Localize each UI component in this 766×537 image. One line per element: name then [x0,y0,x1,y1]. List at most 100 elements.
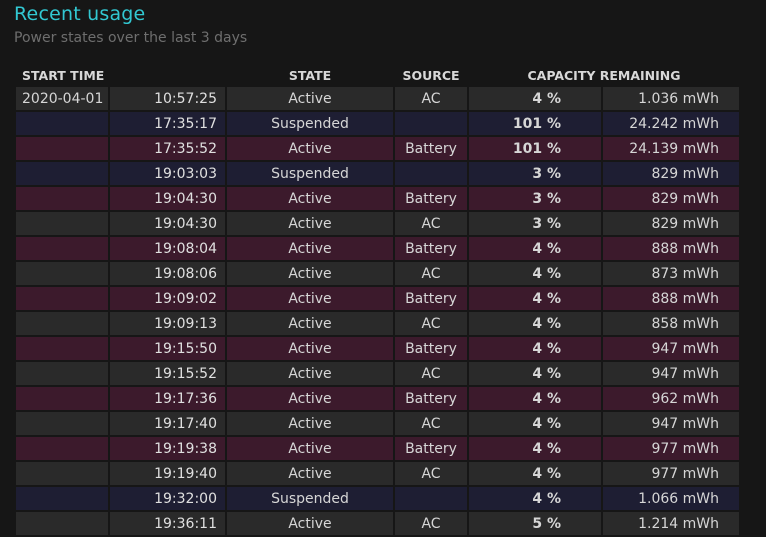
column-header-source: SOURCE [402,68,460,83]
cell-date [16,137,108,162]
cell-source: AC [395,462,467,487]
cell-capacity-mwh: 1.066 mWh [603,487,739,512]
cell-capacity-percent: 4 % [469,487,601,512]
table-row: 19:09:13 Active AC 4 % 858 mWh [16,312,739,337]
cell-source: Battery [395,137,467,162]
table-row: 19:04:30 Active AC 3 % 829 mWh [16,212,739,237]
cell-state: Active [227,262,393,287]
cell-start-time: 19:17:40 [110,412,225,437]
cell-capacity-percent: 3 % [469,162,601,187]
cell-state: Active [227,337,393,362]
cell-state: Suspended [227,487,393,512]
cell-source: Battery [395,387,467,412]
cell-source: Battery [395,337,467,362]
cell-start-time: 19:15:50 [110,337,225,362]
cell-capacity-mwh: 977 mWh [603,437,739,462]
table-row: 19:36:11 Active AC 5 % 1.214 mWh [16,512,739,537]
cell-date [16,512,108,537]
table-row: 19:19:40 Active AC 4 % 977 mWh [16,462,739,487]
cell-capacity-mwh: 888 mWh [603,287,739,312]
cell-capacity-mwh: 947 mWh [603,362,739,387]
cell-date [16,437,108,462]
cell-date [16,112,108,137]
cell-date [16,362,108,387]
cell-capacity-mwh: 858 mWh [603,312,739,337]
cell-capacity-percent: 4 % [469,87,601,112]
cell-start-time: 19:17:36 [110,387,225,412]
cell-source [395,487,467,512]
table-row: 19:04:30 Active Battery 3 % 829 mWh [16,187,739,212]
cell-date [16,287,108,312]
cell-source [395,112,467,137]
cell-start-time: 17:35:17 [110,112,225,137]
cell-start-time: 19:09:02 [110,287,225,312]
cell-date [16,462,108,487]
cell-capacity-percent: 4 % [469,237,601,262]
cell-start-time: 19:32:00 [110,487,225,512]
cell-state: Active [227,437,393,462]
cell-date [16,487,108,512]
cell-state: Active [227,312,393,337]
cell-state: Active [227,137,393,162]
table-row: 19:32:00 Suspended 4 % 1.066 mWh [16,487,739,512]
cell-capacity-mwh: 977 mWh [603,462,739,487]
cell-capacity-percent: 3 % [469,212,601,237]
cell-source: AC [395,312,467,337]
cell-state: Active [227,237,393,262]
table-body: 2020-04-01 10:57:25 Active AC 4 % 1.036 mWh 17… [16,87,739,537]
cell-source: AC [395,362,467,387]
cell-date [16,187,108,212]
cell-state: Active [227,187,393,212]
cell-capacity-mwh: 947 mWh [603,412,739,437]
cell-date [16,387,108,412]
cell-capacity-mwh: 947 mWh [603,337,739,362]
cell-start-time: 19:08:06 [110,262,225,287]
cell-start-time: 19:19:40 [110,462,225,487]
cell-start-time: 19:15:52 [110,362,225,387]
table-row: 19:03:03 Suspended 3 % 829 mWh [16,162,739,187]
cell-capacity-mwh: 24.242 mWh [603,112,739,137]
cell-capacity-percent: 101 % [469,112,601,137]
table-row: 2020-04-01 10:57:25 Active AC 4 % 1.036 mWh [16,87,739,112]
cell-source: Battery [395,237,467,262]
cell-start-time: 19:08:04 [110,237,225,262]
cell-state: Active [227,512,393,537]
cell-start-time: 19:36:11 [110,512,225,537]
cell-capacity-percent: 4 % [469,262,601,287]
table-row: 19:19:38 Active Battery 4 % 977 mWh [16,437,739,462]
cell-source: AC [395,512,467,537]
cell-source: AC [395,87,467,112]
cell-state: Active [227,412,393,437]
cell-start-time: 10:57:25 [110,87,225,112]
cell-date [16,412,108,437]
cell-source: AC [395,412,467,437]
table-row: 19:15:50 Active Battery 4 % 947 mWh [16,337,739,362]
cell-capacity-mwh: 24.139 mWh [603,137,739,162]
table-row: 17:35:17 Suspended 101 % 24.242 mWh [16,112,739,137]
cell-capacity-percent: 4 % [469,312,601,337]
cell-capacity-percent: 5 % [469,512,601,537]
cell-state: Active [227,287,393,312]
cell-date [16,337,108,362]
cell-capacity-mwh: 829 mWh [603,187,739,212]
cell-capacity-percent: 3 % [469,187,601,212]
table-row: 19:08:04 Active Battery 4 % 888 mWh [16,237,739,262]
cell-state: Suspended [227,112,393,137]
column-header-state: STATE [288,68,332,83]
cell-start-time: 19:03:03 [110,162,225,187]
table-row: 17:35:52 Active Battery 101 % 24.139 mWh [16,137,739,162]
cell-date [16,312,108,337]
cell-date [16,237,108,262]
cell-capacity-percent: 4 % [469,437,601,462]
cell-source: AC [395,212,467,237]
cell-date [16,162,108,187]
cell-source: Battery [395,287,467,312]
recent-usage-table: START TIME STATE SOURCE CAPACITY REMAINI… [14,64,741,537]
cell-capacity-mwh: 888 mWh [603,237,739,262]
cell-start-time: 19:04:30 [110,212,225,237]
column-header-start-time: START TIME [22,68,105,83]
cell-capacity-mwh: 829 mWh [603,212,739,237]
column-header-capacity-remaining: CAPACITY REMAINING [527,68,681,83]
cell-capacity-percent: 101 % [469,137,601,162]
cell-capacity-percent: 4 % [469,462,601,487]
